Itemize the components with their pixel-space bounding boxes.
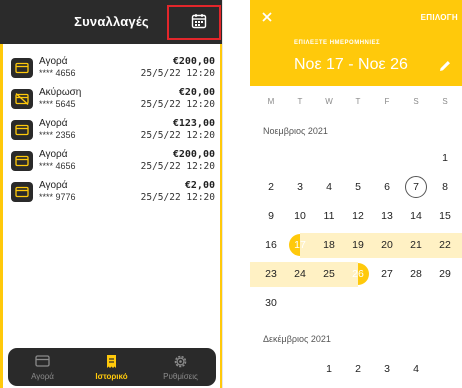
calendar-day[interactable]: 29 (431, 262, 459, 287)
calendar-day[interactable]: 4 (315, 175, 343, 200)
transactions-screen: Συναλλαγές Αγορά **** 4656 €200,00 25/5/22 … (0, 0, 223, 388)
calendar-icon (191, 14, 207, 29)
calendar-day[interactable]: 12 (344, 204, 372, 229)
calendar-day[interactable]: 16 (257, 233, 285, 258)
calendar-day[interactable]: 20 (373, 233, 401, 258)
calendar-filter-button[interactable] (191, 13, 207, 29)
card-icon (11, 151, 33, 171)
calendar-day[interactable]: 24 (286, 262, 314, 287)
receipt-icon (107, 355, 116, 368)
calendar-day[interactable]: 3 (373, 357, 401, 382)
nav-item-label: Ιστορικό (95, 372, 128, 381)
card-icon (11, 120, 33, 140)
calendar-grid: Νοεμβριος 2021 1 2 3 4 5 6 7 8 9 10 11 12 13 14 15 16 17 1… (250, 0, 462, 388)
calendar-day[interactable]: 30 (257, 291, 285, 316)
calendar-day[interactable]: 4 (402, 357, 430, 382)
calendar-day[interactable]: 1 (315, 357, 343, 382)
transaction-row[interactable]: Αγορά **** 2356 €123,00 25/5/22 12:20 (11, 118, 215, 142)
transaction-row[interactable]: Αγορά **** 9776 €2,00 25/5/22 12:20 (11, 180, 215, 204)
transaction-date: 25/5/22 12:20 (140, 68, 215, 79)
transaction-amount: €123,00 (172, 118, 215, 129)
calendar-day[interactable]: 14 (402, 204, 430, 229)
calendar-day[interactable]: 27 (373, 262, 401, 287)
calendar-day[interactable]: 15 (431, 204, 459, 229)
calendar-day[interactable]: 25 (315, 262, 343, 287)
app-header: Συναλλαγές (0, 0, 222, 44)
transaction-row[interactable]: Αγορά **** 4656 €200,00 25/5/22 12:20 (11, 56, 215, 80)
calendar-day[interactable]: 3 (286, 175, 314, 200)
card-number: **** 9776 (39, 192, 76, 202)
calendar-day[interactable]: 11 (315, 204, 343, 229)
calendar-day[interactable]: 5 (344, 175, 372, 200)
card-icon (35, 355, 50, 367)
calendar-day[interactable]: 19 (344, 233, 372, 258)
calendar-day[interactable]: 17 (286, 233, 314, 258)
transaction-type: Αγορά (39, 149, 68, 160)
transaction-amount: €2,00 (184, 180, 215, 191)
card-number: **** 4656 (39, 161, 76, 171)
nav-item-purchase[interactable]: Αγορά (8, 348, 77, 386)
calendar-day[interactable]: 1 (431, 146, 459, 171)
calendar-day[interactable]: 8 (431, 175, 459, 200)
calendar-day[interactable]: 28 (402, 262, 430, 287)
card-number: **** 4656 (39, 68, 76, 78)
calendar-day[interactable]: 18 (315, 233, 343, 258)
transaction-amount: €200,00 (172, 56, 215, 67)
card-number: **** 2356 (39, 130, 76, 140)
transaction-row[interactable]: Ακύρωση **** 5645 €20,00 25/5/22 12:20 (11, 87, 215, 111)
transaction-type: Αγορά (39, 180, 68, 191)
card-icon (11, 182, 33, 202)
calendar-day[interactable]: 13 (373, 204, 401, 229)
transaction-date: 25/5/22 12:20 (140, 161, 215, 172)
calendar-day[interactable]: 9 (257, 204, 285, 229)
calendar-day[interactable]: 6 (373, 175, 401, 200)
month-label: Νοεμβριος 2021 (263, 126, 328, 136)
date-range-picker: ΕΠΙΛΟΓΗ ΕΠΙΛΕΞΤΕ ΗΜΕΡΟΜΗΝΙΕΣ Νοε 17 - Νο… (250, 0, 462, 388)
transaction-row[interactable]: Αγορά **** 4656 €200,00 25/5/22 12:20 (11, 149, 215, 173)
transaction-type: Αγορά (39, 56, 68, 67)
card-cancelled-icon (11, 89, 33, 109)
transaction-amount: €20,00 (178, 87, 215, 98)
card-icon (11, 58, 33, 78)
calendar-day[interactable]: 23 (257, 262, 285, 287)
month-label: Δεκέμβριος 2021 (263, 334, 331, 344)
calendar-day[interactable]: 22 (431, 233, 459, 258)
transaction-type: Ακύρωση (39, 87, 82, 98)
nav-item-label: Ρυθμίσεις (163, 372, 198, 381)
transaction-date: 25/5/22 12:20 (140, 130, 215, 141)
calendar-day[interactable]: 26 (344, 262, 372, 287)
transaction-date: 25/5/22 12:20 (140, 192, 215, 203)
nav-item-settings[interactable]: Ρυθμίσεις (146, 348, 215, 386)
calendar-day[interactable]: 7 (402, 175, 430, 200)
calendar-day[interactable]: 2 (257, 175, 285, 200)
bottom-navigation: Αγορά Ιστορικό Ρυθμίσεις (8, 348, 216, 386)
nav-item-label: Αγορά (31, 372, 54, 381)
nav-item-history[interactable]: Ιστορικό (77, 348, 146, 386)
card-number: **** 5645 (39, 99, 76, 109)
gear-icon (174, 355, 187, 368)
transaction-type: Αγορά (39, 118, 68, 129)
transaction-date: 25/5/22 12:20 (140, 99, 215, 110)
calendar-day[interactable]: 2 (344, 357, 372, 382)
calendar-day[interactable]: 21 (402, 233, 430, 258)
transaction-amount: €200,00 (172, 149, 215, 160)
calendar-day[interactable]: 10 (286, 204, 314, 229)
